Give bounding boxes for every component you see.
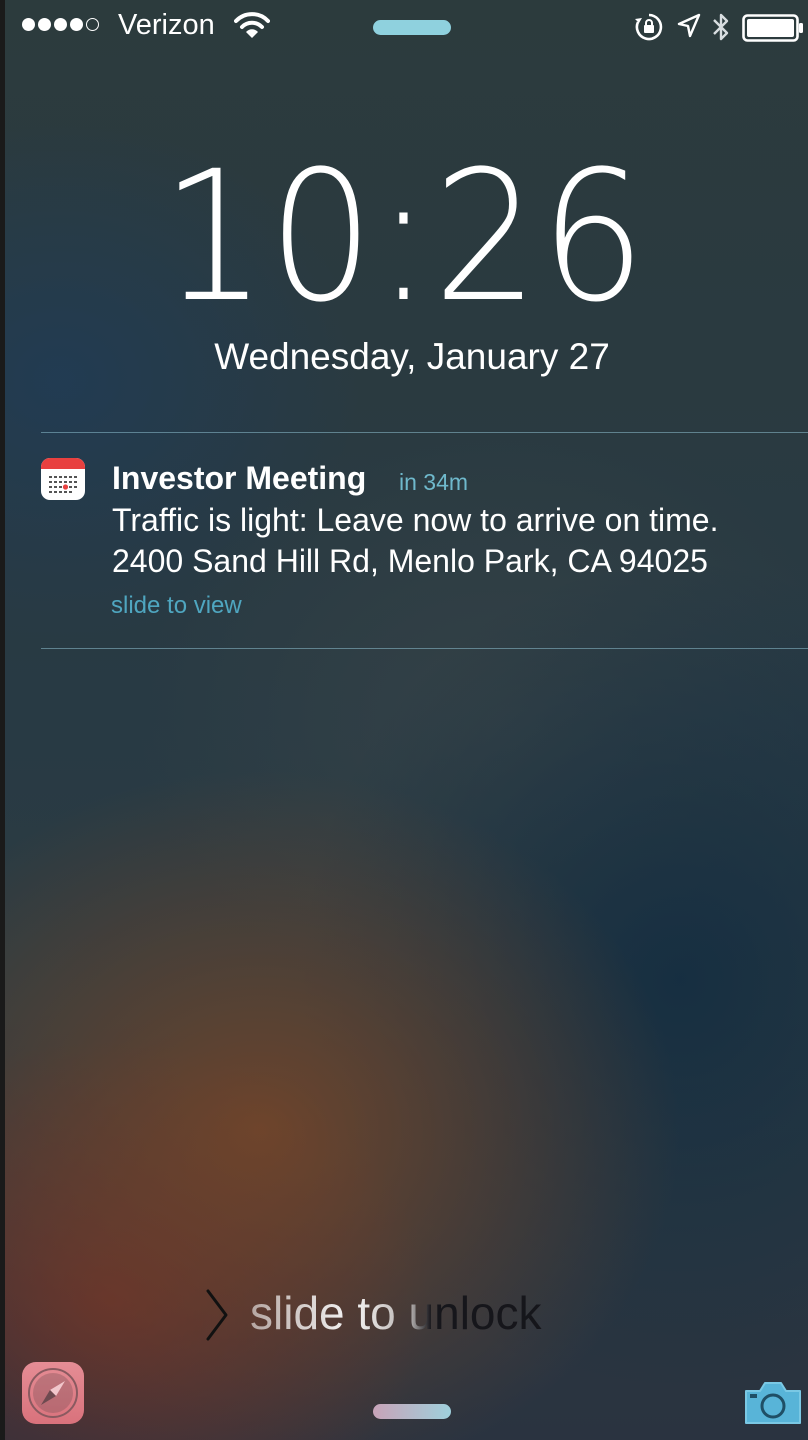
control-center-grabber[interactable] (373, 1404, 451, 1419)
status-bar: Verizon (0, 0, 808, 56)
location-arrow-icon (677, 13, 701, 38)
notification-divider-top (41, 432, 808, 433)
calendar-grid-icon (49, 476, 77, 493)
slide-to-unlock[interactable]: slide to unlock (250, 1286, 542, 1340)
signal-dot (38, 18, 51, 31)
time-text: 10:26 (160, 133, 648, 342)
rotation-lock-icon (635, 13, 663, 41)
wifi-icon (234, 12, 270, 38)
calendar-icon (41, 458, 85, 500)
battery-icon (742, 14, 803, 42)
compass-icon (28, 1368, 78, 1418)
notification-title: Investor Meeting (112, 460, 367, 496)
signal-dot (54, 18, 67, 31)
camera-icon[interactable] (742, 1379, 804, 1425)
signal-strength-icon (22, 18, 99, 31)
safari-icon[interactable] (22, 1362, 84, 1424)
lock-screen: Verizon 10:26 Wednesday, January 27 Inve… (0, 0, 808, 1440)
notification-center-grabber[interactable] (373, 20, 451, 35)
notification-body-line1: Traffic is light: Leave now to arrive on… (112, 502, 719, 538)
bluetooth-icon (713, 13, 729, 41)
notification-time: in 34m (399, 469, 469, 495)
signal-dot (70, 18, 83, 31)
signal-dot-empty (86, 18, 99, 31)
signal-dot (22, 18, 35, 31)
notification-divider-bottom (41, 648, 808, 649)
notification-slide-to-view[interactable]: slide to view (111, 592, 242, 620)
chevron-right-icon (206, 1289, 228, 1341)
lock-screen-date: Wednesday, January 27 (214, 336, 610, 377)
carrier-name: Verizon (118, 9, 215, 41)
notification-body-line2: 2400 Sand Hill Rd, Menlo Park, CA 94025 (112, 543, 708, 579)
lock-screen-time: 10:26 (0, 138, 808, 338)
